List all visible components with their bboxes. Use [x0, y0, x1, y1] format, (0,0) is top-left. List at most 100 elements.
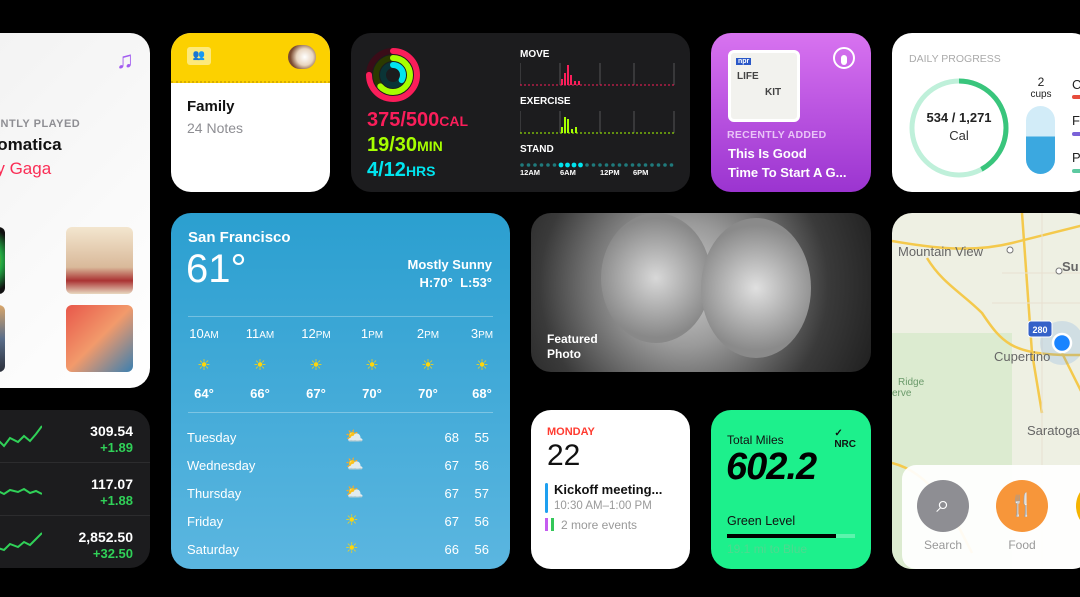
move-label: MOVE [520, 49, 550, 60]
high-temp: 66 [444, 542, 459, 557]
stand-hour-dot [546, 163, 550, 167]
day-name: Friday [187, 514, 224, 529]
exercise-value: 19/30MIN [367, 134, 443, 156]
stand-hour-dot [520, 163, 524, 167]
stand-hour-dot [598, 163, 602, 167]
nrc-logo: ✓ NRC [834, 428, 856, 450]
partly-cloudy-icon: ⛅ [345, 456, 364, 473]
hour-label: 2PM [416, 326, 440, 341]
music-widget[interactable]: ♫ RECENTLY PLAYED Chromatica Lady Gaga [0, 33, 150, 388]
nike-run-club-widget[interactable]: Total Miles ✓ NRC 602.2 Green Level 19.1 … [711, 410, 871, 569]
stand-hour-dot [585, 163, 589, 167]
sun-icon: ☀ [345, 540, 359, 557]
sun-icon: ☀ [197, 357, 211, 374]
stocks-widget[interactable]: 309.54 +1.89 117.07 +1.88 2,852.50 +32.5… [0, 410, 150, 568]
hour-temp: 67° [306, 386, 326, 401]
macro-protein: P [1072, 150, 1080, 165]
place-label: Su [1062, 259, 1079, 274]
condition: Mostly Sunny [407, 257, 492, 272]
hour-label: 3PM [470, 326, 494, 341]
calorie-unit: Cal [949, 128, 969, 143]
low-temp: 56 [474, 458, 489, 473]
artwork-text: LIFE [737, 71, 759, 82]
day-name: Tuesday [187, 430, 237, 445]
music-note-icon: ♫ [116, 47, 134, 74]
podcast-artwork[interactable]: npr LIFE KIT [728, 50, 800, 122]
divider [188, 412, 493, 413]
time-axis: 12AM 6AM 12PM 6PM [520, 168, 680, 178]
sun-icon: ☀ [309, 357, 323, 374]
high-low: H:70° L:53° [419, 275, 492, 290]
photo-subject [701, 218, 811, 358]
hour-temp: 70° [418, 386, 438, 401]
stock-sparkline [0, 532, 42, 552]
activity-widget[interactable]: 375/500CAL 19/30MIN 4/12HRS MOVE EXERCIS… [351, 33, 690, 192]
avatar [288, 45, 316, 69]
stand-hour-dot [591, 163, 596, 167]
daily-forecast-row: Friday ☀ 67 56 [187, 506, 492, 534]
stand-hour-dot [611, 163, 615, 167]
high-temp: 67 [444, 486, 459, 501]
photo-subject [601, 213, 711, 343]
artist-name: Lady Gaga [0, 159, 52, 178]
high-temp: 67 [444, 514, 459, 529]
featured-photo-label: Photo [547, 347, 581, 361]
stock-sparkline [0, 487, 42, 496]
stand-hour-dot [669, 163, 674, 167]
shortcut-button[interactable] [1076, 480, 1080, 532]
stock-row[interactable]: 2,852.50 +32.50 [0, 516, 150, 568]
featured-photo-label: Featured [547, 332, 598, 346]
weather-widget[interactable]: San Francisco 61° Mostly Sunny H:70° L:5… [171, 213, 510, 569]
stand-hour-dot [539, 163, 544, 167]
stock-change: +1.88 [100, 493, 133, 508]
place-label: Cupertino [994, 349, 1051, 364]
more-events[interactable]: 2 more events [561, 518, 637, 532]
fork-knife-icon: 🍴 [1008, 492, 1036, 517]
macro-bar [1072, 132, 1080, 136]
high-temp: 67 [444, 458, 459, 473]
stand-hour-dot [624, 163, 628, 167]
album-art[interactable] [0, 305, 5, 372]
stock-row[interactable]: 309.54 +1.89 [0, 410, 150, 463]
low-temp: 55 [474, 430, 489, 445]
macro-bar [1072, 95, 1080, 99]
food-button[interactable]: 🍴 [996, 480, 1048, 532]
daily-forecast-row: Thursday ⛅ 67 57 [187, 478, 492, 506]
photos-widget[interactable]: Featured Photo [531, 213, 871, 372]
miles-remaining: 19.1 mi to Blue [727, 542, 808, 556]
food-label: Food [1008, 538, 1036, 552]
stand-value: 4/12HRS [367, 159, 436, 181]
hour-label: 12PM [301, 326, 331, 341]
album-art[interactable] [66, 305, 133, 372]
album-art[interactable] [66, 227, 133, 294]
notes-widget[interactable]: 👥 Family 24 Notes [171, 33, 330, 192]
maps-widget[interactable]: 280 Mountain View Su Cupertino Ridge erv… [892, 213, 1080, 569]
album-art[interactable] [0, 227, 5, 294]
daily-forecast-row: Saturday ☀ 66 56 [187, 534, 492, 562]
calendar-widget[interactable]: MONDAY 22 Kickoff meeting... 10:30 AM–1:… [531, 410, 690, 569]
daily-forecast-row: Wednesday ⛅ 67 56 [187, 450, 492, 478]
day-name: Wednesday [187, 458, 256, 473]
podcasts-widget[interactable]: npr LIFE KIT RECENTLY ADDED This Is Good… [711, 33, 871, 192]
time-tick: 6AM [560, 168, 576, 177]
highway-shield: 280 [1032, 325, 1047, 335]
event-color-bar [551, 518, 554, 531]
event-title[interactable]: Kickoff meeting... [554, 482, 662, 497]
place-label: Mountain View [898, 244, 984, 259]
current-location-dot [1051, 332, 1073, 354]
event-color-bar [545, 518, 548, 531]
weekday: MONDAY [547, 426, 595, 438]
daily-progress-widget[interactable]: DAILY PROGRESS 534 / 1,271 Cal 2 cups C … [892, 33, 1080, 192]
place-label: Ridge [898, 377, 925, 388]
high-temp: 68 [444, 430, 459, 445]
level-label: Green Level [727, 514, 796, 528]
event-time: 10:30 AM–1:00 PM [554, 500, 652, 512]
stand-hour-dot [565, 162, 570, 168]
activity-rings [366, 48, 420, 102]
search-button[interactable]: ⌕ [917, 480, 969, 532]
water-cups: 2 [1037, 75, 1045, 89]
hour-temp: 68° [472, 386, 492, 401]
stock-row[interactable]: 117.07 +1.88 [0, 463, 150, 516]
place-label: erve [892, 388, 912, 399]
day-name: Thursday [187, 486, 242, 501]
